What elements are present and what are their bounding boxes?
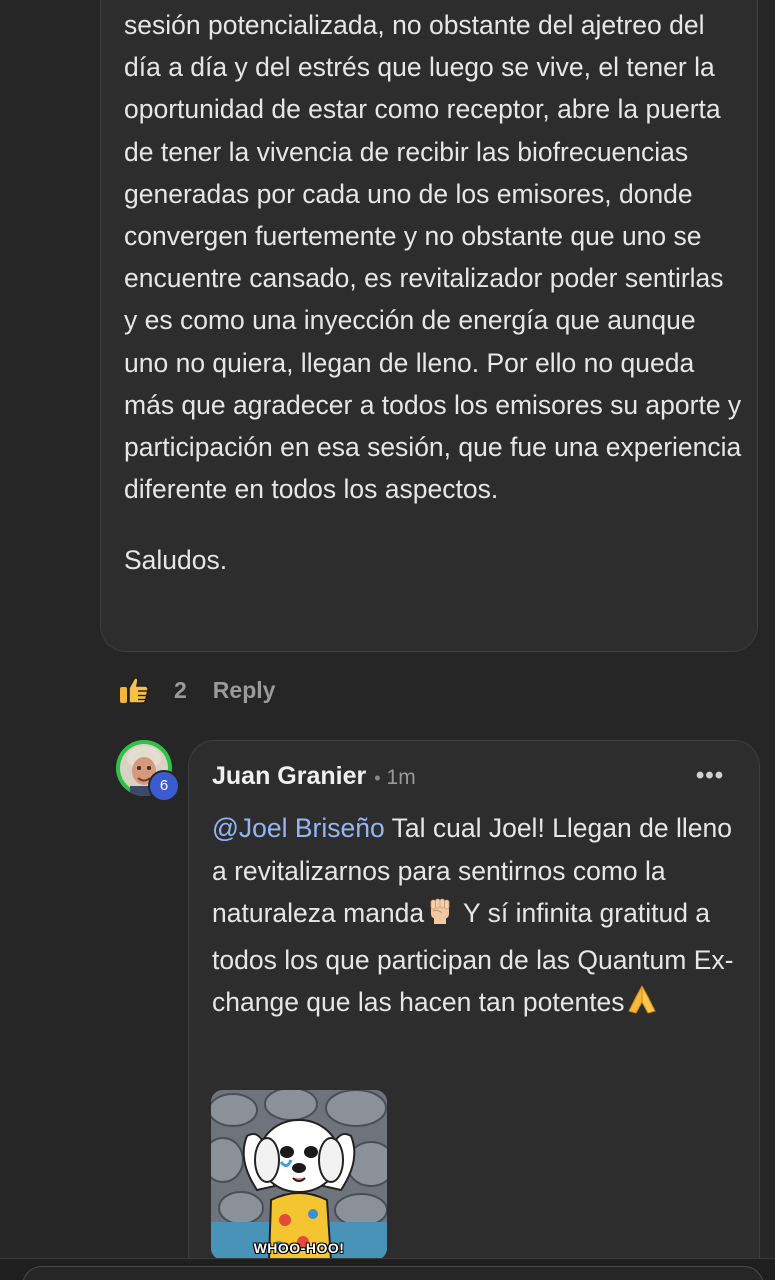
separator-dot: • — [374, 768, 381, 788]
comment-paragraph: sesión potencializada, no obstante del a… — [124, 10, 742, 505]
folded-hands-emoji-icon — [625, 983, 659, 1028]
reply-header: Juan Granier • 1m — [212, 762, 416, 791]
user-level-badge: 6 — [148, 770, 180, 802]
thumbs-up-icon[interactable] — [118, 674, 150, 706]
reply-button[interactable]: Reply — [213, 677, 276, 704]
more-options-icon[interactable]: ••• — [692, 764, 728, 796]
gif-caption: WHOO-HOO! — [253, 1240, 345, 1256]
comment-signoff: Saludos. — [124, 545, 228, 576]
comment-actions: 2 Reply — [118, 672, 275, 708]
like-count[interactable]: 2 — [174, 677, 187, 704]
reply-author-avatar[interactable]: 6 — [116, 740, 180, 802]
reply-timestamp: 1m — [386, 766, 416, 789]
comments-thread: sesión potencializada, no obstante del a… — [0, 0, 775, 1280]
raised-fist-emoji-icon — [424, 894, 456, 939]
comment-input[interactable] — [22, 1266, 764, 1280]
reply-gif-image[interactable]: WHOO-HOO! — [211, 1090, 387, 1260]
comment-body: sesión potencializada, no obstante del a… — [124, 4, 744, 582]
reply-author-name[interactable]: Juan Granier — [212, 762, 366, 791]
user-mention-link[interactable]: @Joel Briseño — [212, 813, 385, 843]
reply-body: @Joel Briseño Tal cual Joel! Llegan de l… — [212, 807, 742, 1028]
